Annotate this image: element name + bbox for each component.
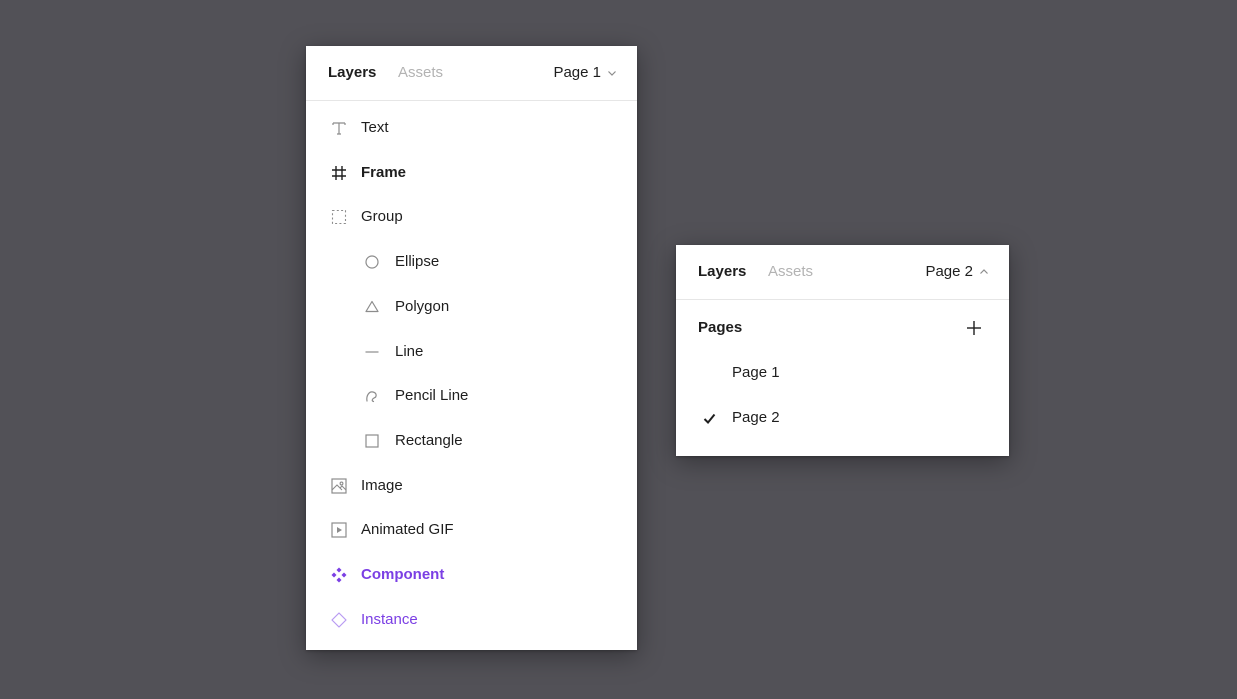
page-item-1[interactable]: Page 1 [732, 364, 780, 382]
layer-row-instance[interactable]: Instance [306, 605, 637, 635]
page-selector[interactable]: Page 2 [925, 263, 989, 281]
layer-label: Group [361, 208, 403, 226]
layer-row-ellipse[interactable]: Ellipse [306, 247, 637, 277]
group-icon [330, 208, 348, 226]
panel-header: Layers Assets Page 1 [306, 46, 637, 101]
layer-label: Image [361, 476, 403, 494]
layer-row-group[interactable]: Group [306, 202, 637, 232]
instance-icon [330, 611, 348, 629]
layer-label: Line [395, 342, 424, 360]
tab-layers[interactable]: Layers [328, 64, 376, 82]
page-selector[interactable]: Page 1 [553, 64, 617, 82]
checkmark-icon [703, 413, 716, 424]
component-icon [330, 566, 348, 584]
animated-gif-icon [330, 521, 348, 539]
pencil-line-icon [363, 387, 381, 405]
layer-row-text[interactable]: Text [306, 113, 637, 143]
layer-label: Frame [361, 163, 407, 181]
layer-label: Instance [361, 610, 418, 628]
layer-row-line[interactable]: Line [306, 337, 637, 367]
layer-row-polygon[interactable]: Polygon [306, 292, 637, 322]
frame-icon [330, 164, 348, 182]
plus-icon[interactable] [966, 320, 982, 336]
layer-row-pencil-line[interactable]: Pencil Line [306, 381, 637, 411]
layers-panel-page-1: Layers Assets Page 1 Text Frame Group Ellip… [306, 46, 637, 650]
layer-label: Ellipse [395, 253, 440, 271]
layer-row-frame[interactable]: Frame [306, 158, 637, 188]
text-icon [330, 119, 348, 137]
tab-assets[interactable]: Assets [398, 64, 443, 82]
panel-header: Layers Assets Page 2 [676, 245, 1009, 300]
layer-row-animated-gif[interactable]: Animated GIF [306, 515, 637, 545]
chevron-up-icon [980, 269, 988, 274]
ellipse-icon [363, 253, 381, 271]
tab-layers[interactable]: Layers [698, 263, 746, 281]
layer-row-component[interactable]: Component [306, 560, 637, 590]
line-icon [363, 343, 381, 361]
layer-label: Text [361, 119, 389, 136]
layer-label: Rectangle [395, 431, 463, 449]
page-item-2[interactable]: Page 2 [732, 409, 780, 427]
tab-assets[interactable]: Assets [768, 263, 813, 281]
page-selector-label: Page 2 [925, 263, 973, 280]
image-icon [330, 477, 348, 495]
pages-title: Pages [698, 319, 743, 336]
layer-label: Pencil Line [395, 387, 469, 405]
layer-label: Animated GIF [361, 521, 454, 539]
polygon-icon [363, 298, 381, 316]
layer-row-rectangle[interactable]: Rectangle [306, 426, 637, 456]
page-selector-label: Page 1 [553, 64, 601, 81]
chevron-down-icon [608, 71, 616, 76]
layers-panel-page-2: Layers Assets Page 2 Pages Page 1 Page 2 [676, 245, 1009, 456]
layer-row-image[interactable]: Image [306, 471, 637, 501]
layer-label: Component [361, 566, 445, 583]
layer-label: Polygon [395, 297, 450, 315]
rectangle-icon [363, 432, 381, 450]
